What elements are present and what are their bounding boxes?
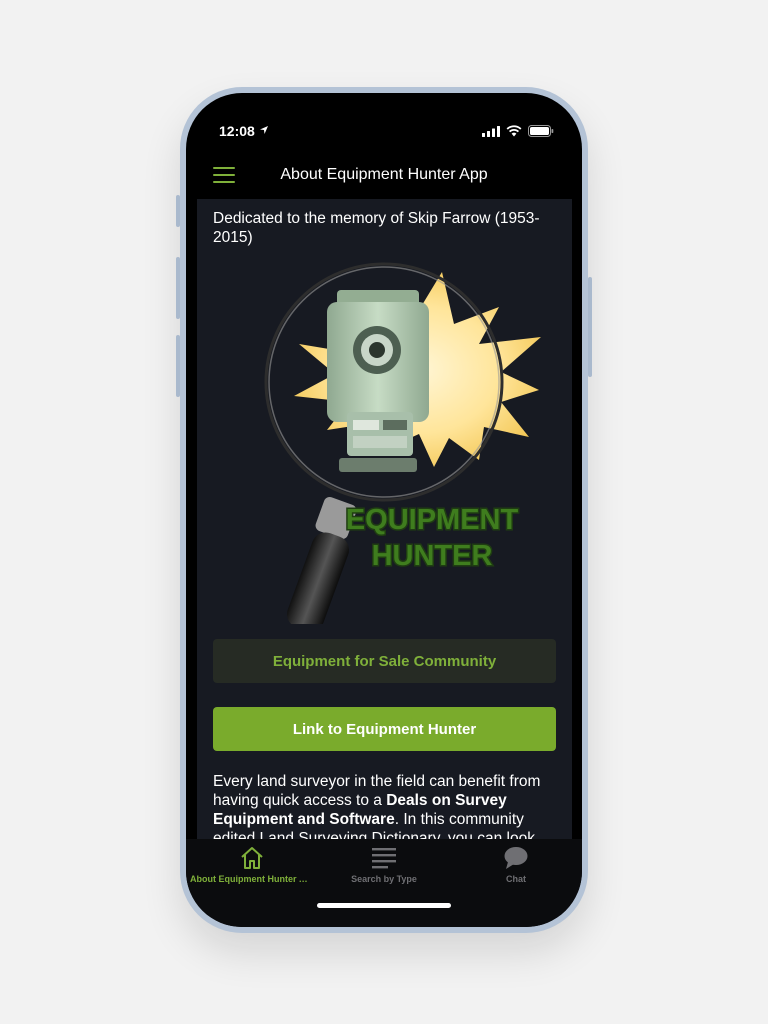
tab-chat[interactable]: Chat <box>450 839 582 897</box>
logo-wordmark: EQUIPMENT EQUIPMENT HUNTER HUNTER <box>344 503 520 574</box>
list-icon <box>372 848 396 869</box>
equipment-hunter-logo: EQUIPMENT EQUIPMENT HUNTER HUNTER <box>264 262 541 624</box>
nav-bar: About Equipment Hunter App <box>186 149 582 199</box>
chat-icon <box>504 847 528 869</box>
status-bar: 12:08 <box>186 93 582 149</box>
logo-text-hunter: HUNTER <box>372 540 493 572</box>
home-indicator[interactable] <box>317 903 451 908</box>
tab-about[interactable]: About Equipment Hunter App <box>186 839 318 897</box>
tab-bar: About Equipment Hunter App Search by Typ… <box>186 839 582 927</box>
main-content[interactable]: Dedicated to the memory of Skip Farrow (… <box>197 199 572 839</box>
battery-icon <box>528 125 554 137</box>
community-button[interactable]: Equipment for Sale Community <box>213 639 556 683</box>
home-icon <box>241 847 263 869</box>
status-icons <box>482 125 554 137</box>
tab-about-label: About Equipment Hunter App <box>190 874 314 884</box>
theodolite-icon <box>327 290 429 472</box>
status-time: 12:08 <box>219 123 255 139</box>
wifi-icon <box>506 125 522 137</box>
volume-down-button <box>176 335 180 397</box>
tab-search-label: Search by Type <box>351 874 417 884</box>
phone-frame: 12:08 About Equipment Hunter App Dedicat… <box>176 87 592 933</box>
tab-chat-label: Chat <box>506 874 526 884</box>
page-title: About Equipment Hunter App <box>280 166 488 183</box>
location-arrow-icon <box>260 126 268 134</box>
dedication-text: Dedicated to the memory of Skip Farrow (… <box>213 210 540 246</box>
signal-icon <box>482 125 500 137</box>
volume-up-button <box>176 257 180 319</box>
description-text: Every land surveyor in the field can ben… <box>213 772 558 839</box>
screen: 12:08 About Equipment Hunter App Dedicat… <box>186 93 582 927</box>
link-to-equipment-hunter-button[interactable]: Link to Equipment Hunter <box>213 707 556 751</box>
power-button <box>588 277 592 377</box>
logo-text-equipment: EQUIPMENT <box>346 504 519 536</box>
mute-switch <box>176 195 180 227</box>
tab-search-by-type[interactable]: Search by Type <box>318 839 450 897</box>
